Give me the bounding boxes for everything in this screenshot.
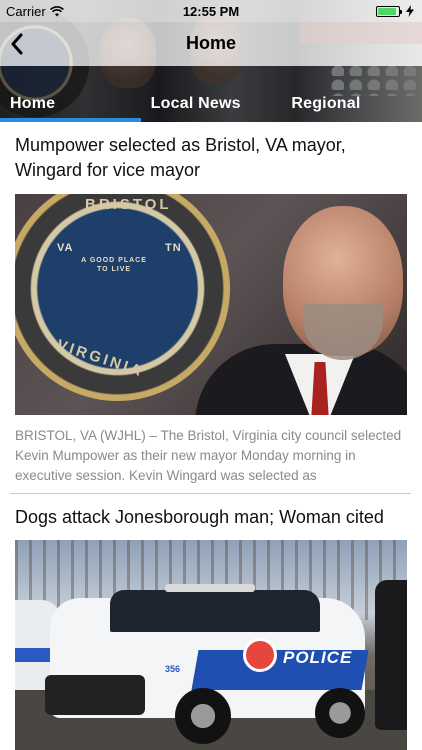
battery-icon — [376, 5, 402, 17]
article-card[interactable]: Dogs attack Jonesborough man; Woman cite… — [0, 494, 422, 750]
article-image[interactable]: POLICE 356 — [15, 540, 407, 750]
article-headline[interactable]: Dogs attack Jonesborough man; Woman cite… — [0, 494, 422, 530]
tab-label: Regional — [291, 95, 361, 112]
page-title: Home — [185, 33, 236, 53]
tab-home[interactable]: Home — [0, 66, 141, 122]
status-time: 12:55 PM — [182, 4, 240, 19]
tab-regional[interactable]: Regional — [281, 66, 422, 122]
article-headline[interactable]: Mumpower selected as Bristol, VA mayor, … — [0, 122, 422, 183]
tab-label: Home — [10, 95, 56, 112]
navigation-bar: Home — [0, 22, 422, 66]
status-bar: Carrier 12:55 PM — [0, 0, 422, 22]
battery-indicator — [376, 5, 414, 17]
article-image[interactable]: BRISTOL VA TN A GOOD PLACE TO LIVE VIRGI… — [15, 194, 407, 415]
article-summary: BRISTOL, VA (WJHL) – The Bristol, Virgin… — [15, 428, 402, 483]
section-tabs: Home Local News Regional — [0, 66, 422, 122]
article-card[interactable]: Mumpower selected as Bristol, VA mayor, … — [0, 122, 422, 494]
tab-local-news[interactable]: Local News — [140, 66, 282, 122]
tab-label: Local News — [150, 95, 241, 112]
bolt-icon — [406, 5, 414, 17]
